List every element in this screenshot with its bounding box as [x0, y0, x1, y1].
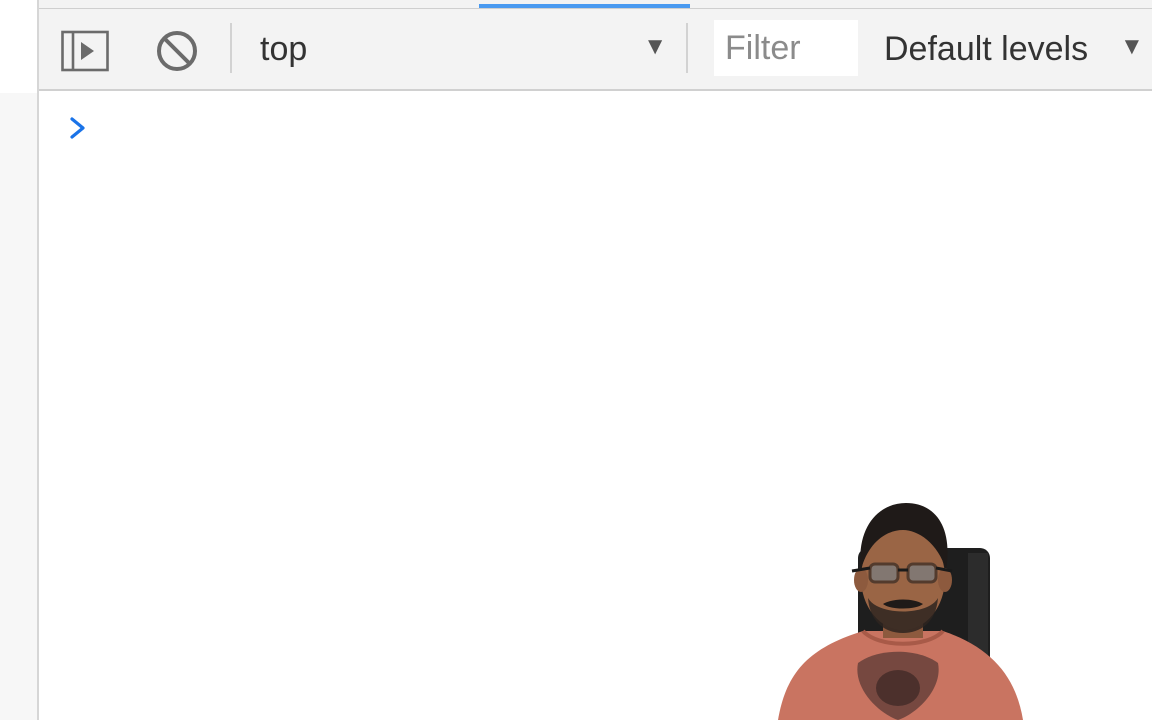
- log-levels-label: Default levels: [884, 30, 1089, 68]
- clear-console-button[interactable]: [153, 27, 201, 75]
- show-console-sidebar-button[interactable]: [61, 27, 109, 75]
- dropdown-arrow-icon: ▼: [1120, 33, 1144, 60]
- page-content-strip: [0, 0, 37, 720]
- clear-console-icon: [157, 31, 197, 71]
- presenter-image: [778, 503, 1023, 720]
- toolbar-divider: [686, 23, 688, 73]
- sidebar-toggle-icon: [61, 30, 109, 72]
- toolbar-divider: [230, 23, 232, 73]
- filter-input[interactable]: [714, 20, 858, 76]
- dropdown-arrow-icon: ▼: [643, 33, 667, 60]
- devtools-tab-strip: [39, 0, 1152, 9]
- javascript-context-select[interactable]: top ▼: [239, 23, 671, 75]
- chevron-right-icon: [70, 117, 85, 139]
- active-tab-indicator: [479, 4, 690, 8]
- devtools-console-screen: top ▼ Default levels ▼: [0, 0, 1152, 720]
- context-select-value: top: [260, 30, 308, 68]
- presenter-webcam-overlay: [768, 498, 1028, 720]
- console-toolbar: top ▼ Default levels ▼: [39, 9, 1152, 91]
- page-content-strip-top: [0, 0, 37, 93]
- console-prompt[interactable]: [67, 113, 89, 143]
- filter-field[interactable]: [714, 20, 858, 76]
